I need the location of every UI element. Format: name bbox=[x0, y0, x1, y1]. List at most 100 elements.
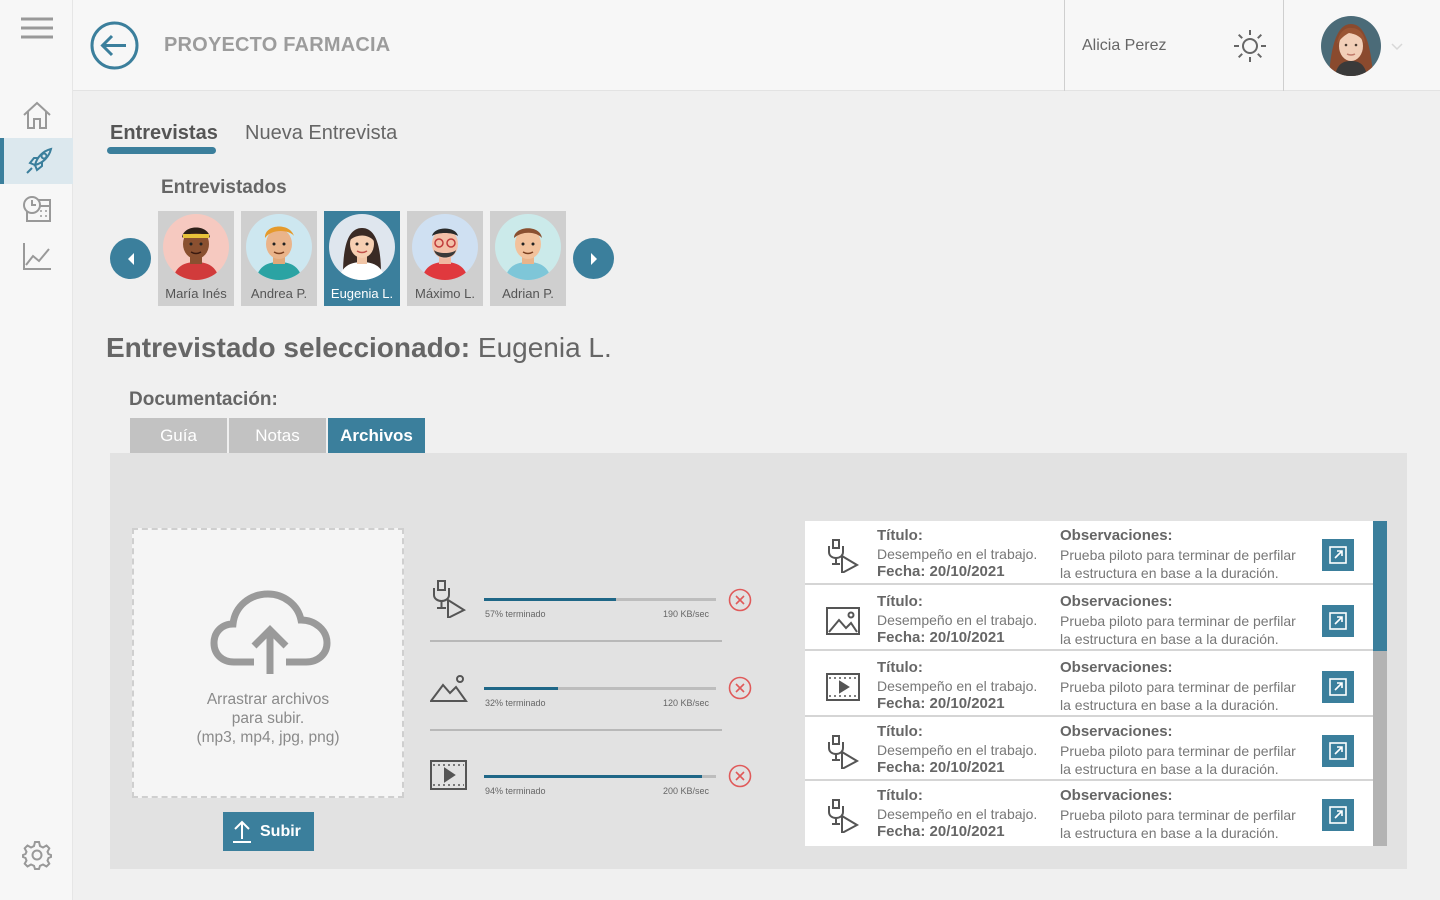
user-name: Alicia Perez bbox=[1082, 37, 1167, 54]
file-row: Título: Desempeño en el trabajo. Fecha: … bbox=[805, 781, 1373, 845]
scrollbar-thumb[interactable] bbox=[1373, 521, 1387, 651]
progress-status: 94% terminado bbox=[485, 786, 546, 796]
interviewee-card[interactable]: Máximo L. bbox=[407, 211, 483, 306]
audio-file-icon bbox=[828, 539, 860, 573]
active-tab-indicator bbox=[107, 147, 216, 154]
tab-nueva-entrevista[interactable]: Nueva Entrevista bbox=[245, 122, 397, 145]
progress-fill bbox=[484, 775, 703, 778]
selected-label: Entrevistado seleccionado: bbox=[106, 332, 471, 363]
tab-entrevistas[interactable]: Entrevistas bbox=[110, 122, 218, 145]
external-link-icon bbox=[1329, 546, 1347, 564]
file-date: Fecha: 20/10/2021 bbox=[877, 695, 1005, 712]
audio-file-icon bbox=[828, 735, 860, 769]
upload-progress-item: 32% terminado 120 KB/sec bbox=[430, 643, 752, 731]
open-file-button[interactable] bbox=[1322, 539, 1354, 571]
audio-file-icon bbox=[828, 799, 860, 833]
file-obs: Prueba piloto para terminar de perfilar … bbox=[1060, 547, 1296, 581]
cloud-upload-icon bbox=[210, 590, 331, 674]
header-divider bbox=[1283, 0, 1284, 91]
calendar-clock-icon[interactable] bbox=[0, 186, 73, 232]
interviewee-name: María Inés bbox=[165, 286, 227, 301]
progress-bar bbox=[484, 598, 716, 601]
doc-tab-archivos[interactable]: Archivos bbox=[328, 418, 425, 453]
file-obs-label: Observaciones: bbox=[1060, 659, 1173, 676]
interviewee-card[interactable]: María Inés bbox=[158, 211, 234, 306]
top-header: PROYECTO FARMACIA Alicia Perez bbox=[73, 0, 1440, 91]
image-file-icon bbox=[826, 607, 860, 635]
progress-fill bbox=[484, 687, 559, 690]
upload-progress-item: 57% terminado 190 KB/sec bbox=[430, 554, 752, 642]
caret-left-icon bbox=[127, 252, 134, 265]
file-title-label: Título: bbox=[877, 527, 923, 544]
open-file-button[interactable] bbox=[1322, 605, 1354, 637]
file-title: Desempeño en el trabajo. bbox=[877, 546, 1038, 562]
interviewee-card[interactable]: Andrea P. bbox=[241, 211, 317, 306]
file-date: Fecha: 20/10/2021 bbox=[877, 759, 1005, 776]
back-button[interactable] bbox=[90, 21, 139, 70]
chevron-down-icon[interactable] bbox=[1391, 38, 1403, 56]
file-title-label: Título: bbox=[877, 787, 923, 804]
file-title-label: Título: bbox=[877, 723, 923, 740]
divider bbox=[430, 640, 722, 642]
open-file-button[interactable] bbox=[1322, 735, 1354, 767]
rocket-icon[interactable] bbox=[0, 138, 73, 184]
upload-speed: 190 KB/sec bbox=[662, 609, 709, 619]
interviewee-card[interactable]: Adrian P. bbox=[490, 211, 566, 306]
file-row: Título: Desempeño en el trabajo. Fecha: … bbox=[805, 717, 1373, 781]
audio-file-icon bbox=[433, 580, 467, 618]
avatar bbox=[246, 214, 312, 280]
cancel-upload-icon[interactable] bbox=[728, 764, 752, 788]
progress-bar bbox=[484, 687, 716, 690]
external-link-icon bbox=[1329, 806, 1347, 824]
upload-progress-item: 94% terminado 200 KB/sec bbox=[430, 731, 752, 819]
upload-speed: 200 KB/sec bbox=[662, 786, 709, 796]
selected-name: Eugenia L. bbox=[477, 332, 612, 363]
settings-icon[interactable] bbox=[0, 832, 73, 878]
project-title: PROYECTO FARMACIA bbox=[164, 34, 391, 56]
dropzone-text: Arrastrar archivos para subir. (mp3, mp4… bbox=[134, 690, 402, 747]
file-title-label: Título: bbox=[877, 659, 923, 676]
file-title: Desempeño en el trabajo. bbox=[877, 678, 1038, 694]
avatar bbox=[412, 214, 478, 280]
open-file-button[interactable] bbox=[1322, 671, 1354, 703]
carousel-prev-button[interactable] bbox=[110, 238, 151, 279]
theme-toggle-sun-icon[interactable] bbox=[1232, 28, 1268, 64]
menu-icon[interactable] bbox=[0, 5, 73, 51]
sidebar bbox=[0, 0, 73, 900]
chart-line-icon[interactable] bbox=[0, 233, 73, 279]
dropzone-line: para subir. bbox=[231, 710, 305, 727]
image-file-icon bbox=[430, 675, 468, 702]
avatar bbox=[163, 214, 229, 280]
doc-tab-notas[interactable]: Notas bbox=[229, 418, 326, 453]
file-date: Fecha: 20/10/2021 bbox=[877, 629, 1005, 646]
user-avatar[interactable] bbox=[1321, 16, 1381, 76]
interviewees-heading: Entrevistados bbox=[161, 177, 287, 198]
upload-button[interactable]: Subir bbox=[223, 812, 314, 851]
header-divider bbox=[1064, 0, 1065, 91]
home-icon[interactable] bbox=[0, 92, 73, 138]
cancel-upload-icon[interactable] bbox=[728, 588, 752, 612]
carousel-next-button[interactable] bbox=[573, 238, 614, 279]
cancel-upload-icon[interactable] bbox=[728, 676, 752, 700]
open-file-button[interactable] bbox=[1322, 799, 1354, 831]
interviewee-card-selected[interactable]: Eugenia L. bbox=[324, 211, 400, 306]
external-link-icon bbox=[1329, 678, 1347, 696]
interviewee-name: Andrea P. bbox=[250, 286, 308, 301]
interviewee-name: Adrian P. bbox=[502, 286, 554, 301]
file-obs: Prueba piloto para terminar de perfilar … bbox=[1060, 807, 1296, 841]
file-obs: Prueba piloto para terminar de perfilar … bbox=[1060, 613, 1296, 647]
file-date: Fecha: 20/10/2021 bbox=[877, 823, 1005, 840]
progress-status: 32% terminado bbox=[485, 698, 546, 708]
avatar bbox=[329, 214, 395, 280]
file-obs-label: Observaciones: bbox=[1060, 723, 1173, 740]
video-file-icon bbox=[826, 673, 860, 701]
selected-interviewee: Entrevistado seleccionado: Eugenia L. bbox=[106, 332, 612, 364]
caret-right-icon bbox=[590, 252, 597, 265]
external-link-icon bbox=[1329, 612, 1347, 630]
file-dropzone[interactable]: Arrastrar archivos para subir. (mp3, mp4… bbox=[132, 528, 404, 798]
file-obs-label: Observaciones: bbox=[1060, 787, 1173, 804]
file-title: Desempeño en el trabajo. bbox=[877, 806, 1038, 822]
file-date: Fecha: 20/10/2021 bbox=[877, 563, 1005, 580]
file-obs: Prueba piloto para terminar de perfilar … bbox=[1060, 743, 1296, 777]
doc-tab-guia[interactable]: Guía bbox=[130, 418, 227, 453]
